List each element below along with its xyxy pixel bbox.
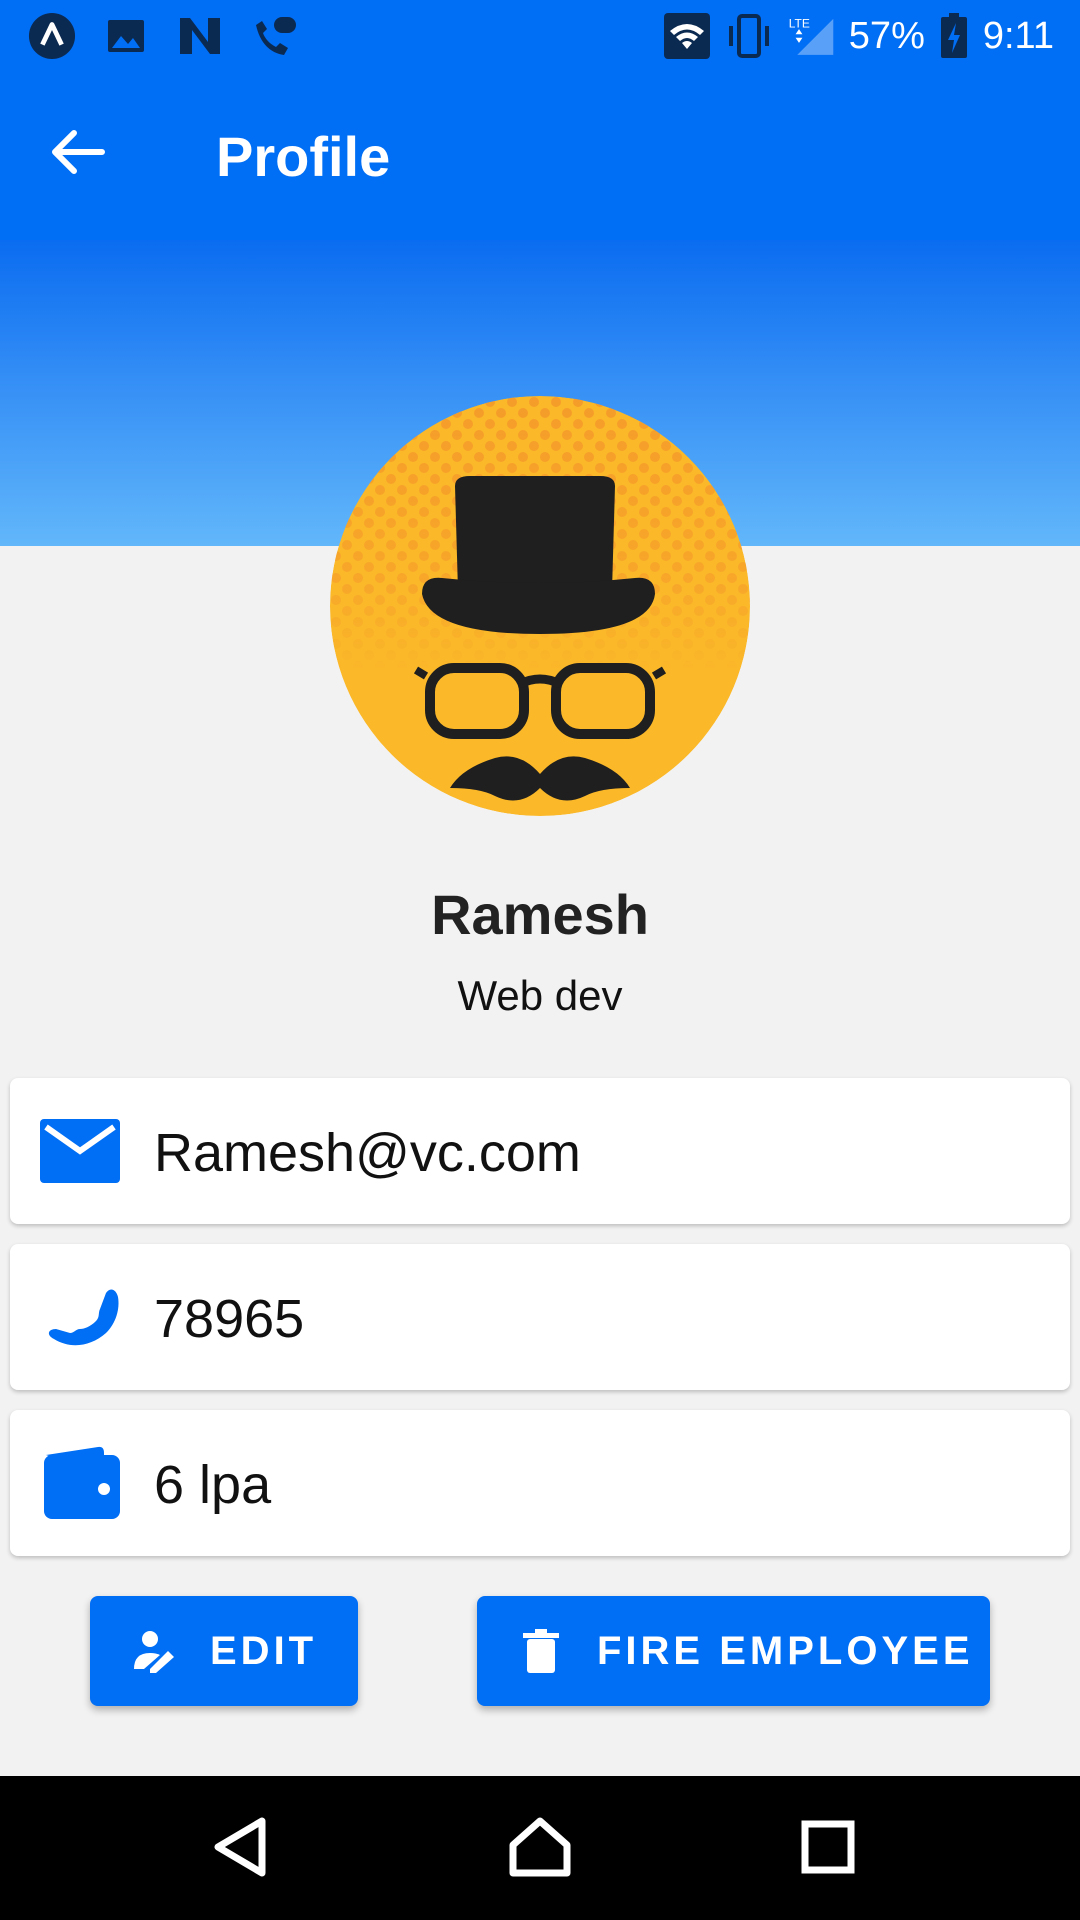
triangle-back-icon — [210, 1815, 270, 1884]
n-icon — [176, 12, 224, 60]
phone-text: 78965 — [154, 1289, 305, 1349]
avatar — [330, 396, 750, 816]
svg-text:LTE: LTE — [789, 16, 810, 30]
back-button[interactable] — [40, 116, 116, 192]
mail-icon — [40, 1111, 120, 1191]
app-bar: Profile — [0, 72, 1080, 240]
clock: 9:11 — [982, 14, 1054, 57]
email-card[interactable]: Ramesh@vc.com — [10, 1078, 1070, 1224]
app-a-icon — [28, 12, 76, 60]
edit-person-icon — [132, 1629, 176, 1673]
page-title: Profile — [216, 125, 391, 188]
fire-employee-button-label: FIRE EMPLOYEE — [597, 1628, 974, 1673]
battery-icon — [939, 12, 969, 60]
salary-text: 6 lpa — [154, 1455, 272, 1515]
arrow-left-icon — [50, 128, 106, 181]
trash-icon — [519, 1629, 563, 1673]
email-text: Ramesh@vc.com — [154, 1123, 581, 1183]
fire-employee-button[interactable]: FIRE EMPLOYEE — [477, 1596, 990, 1706]
employee-name: Ramesh — [431, 883, 649, 946]
home-icon — [507, 1815, 573, 1884]
signal-icon: LTE — [787, 12, 835, 60]
wifi-icon — [663, 12, 711, 60]
edit-button[interactable]: EDIT — [90, 1596, 358, 1706]
nav-recents-button[interactable] — [778, 1806, 878, 1892]
salary-card[interactable]: 6 lpa — [10, 1410, 1070, 1556]
edit-button-label: EDIT — [210, 1628, 318, 1673]
voicemail-icon — [250, 12, 298, 60]
nav-back-button[interactable] — [190, 1806, 290, 1892]
phone-card[interactable]: 78965 — [10, 1244, 1070, 1390]
nav-home-button[interactable] — [490, 1806, 590, 1892]
square-recents-icon — [800, 1819, 856, 1880]
phone-icon — [40, 1277, 120, 1357]
employee-role: Web dev — [457, 972, 623, 1019]
status-bar: LTE 57% 9:11 — [0, 0, 1080, 72]
battery-percentage: 57% — [848, 14, 925, 57]
wallet-icon — [40, 1443, 120, 1523]
vibrate-icon — [725, 12, 773, 60]
system-nav-bar — [0, 1776, 1080, 1920]
image-icon — [102, 12, 150, 60]
